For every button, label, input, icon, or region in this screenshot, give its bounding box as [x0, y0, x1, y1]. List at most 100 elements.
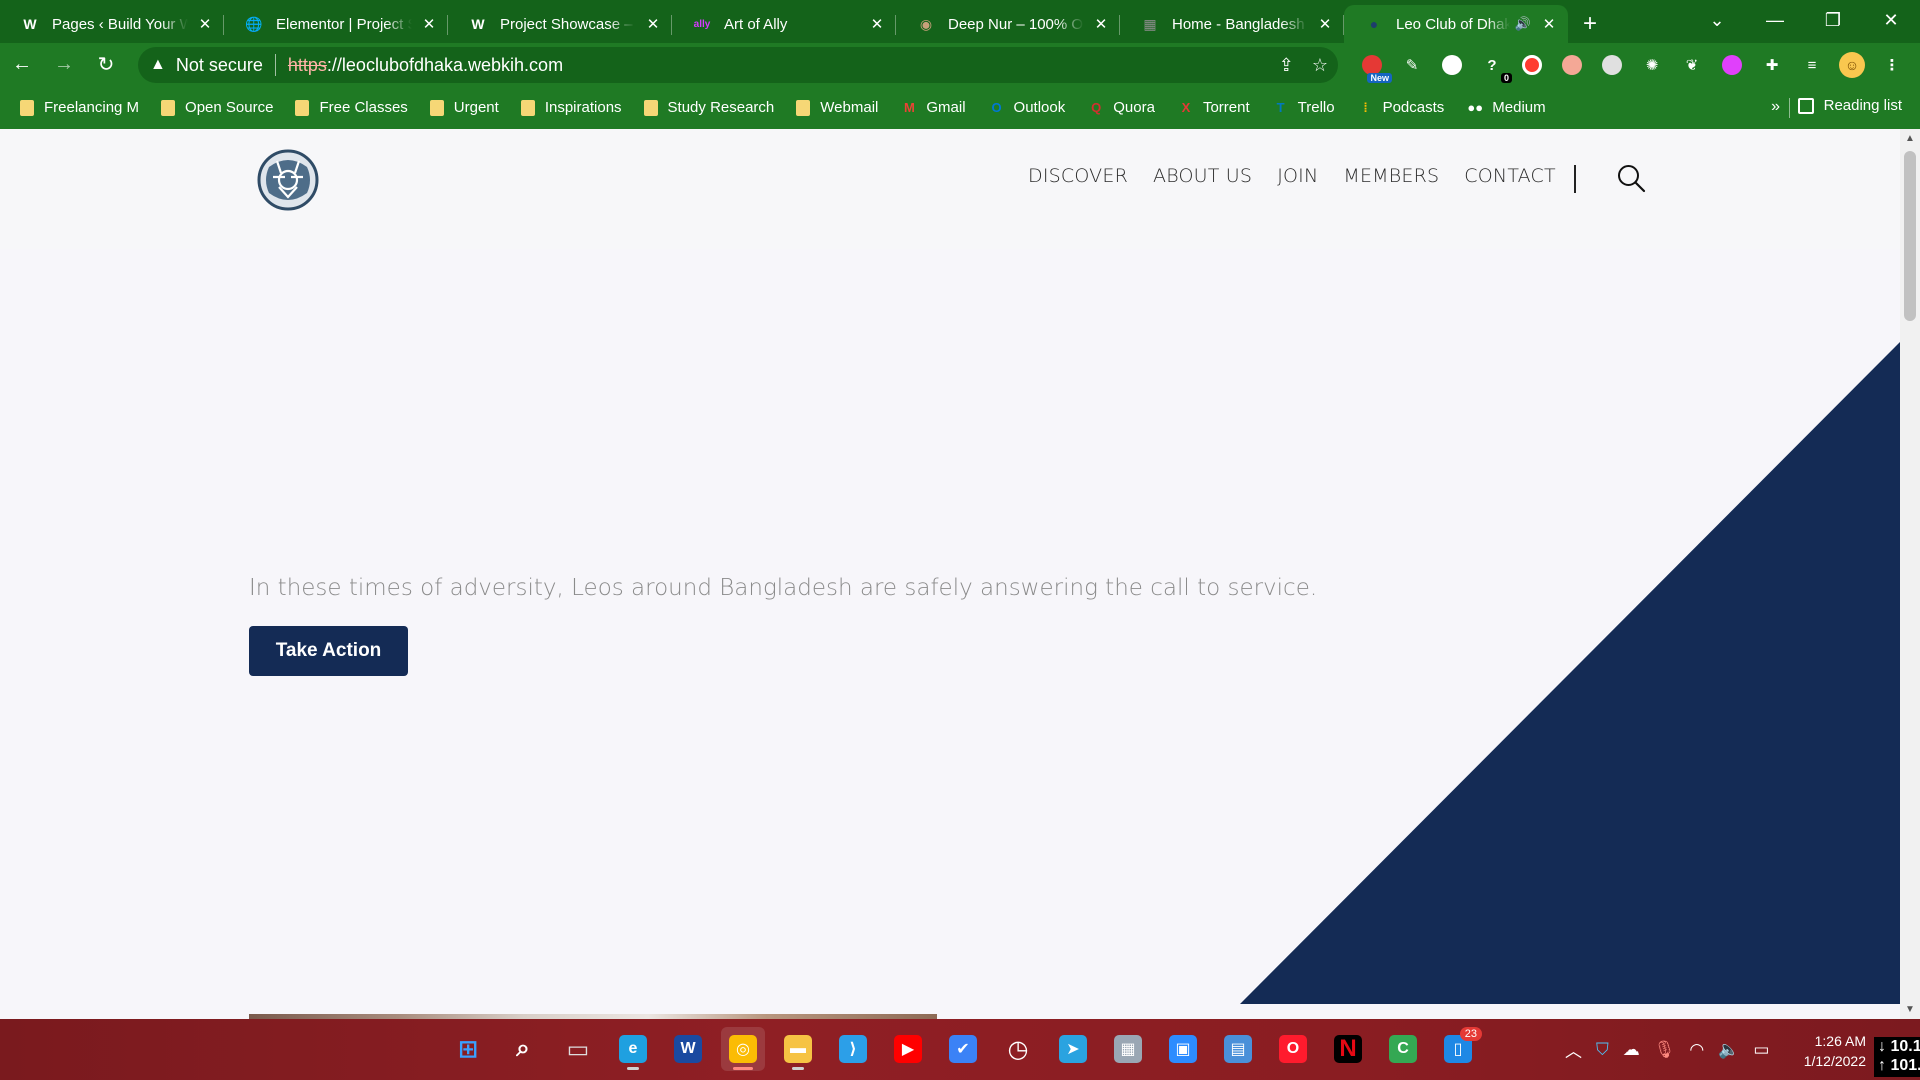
- color-picker-icon[interactable]: ✺: [1636, 49, 1668, 81]
- taskbar-opera-icon[interactable]: O: [1271, 1027, 1315, 1071]
- screen-recorder-icon[interactable]: [1516, 49, 1548, 81]
- tab-5[interactable]: ▦ Home - Bangladesh R ✕: [1120, 5, 1344, 43]
- taskbar-notepad-icon[interactable]: ▤: [1216, 1027, 1260, 1071]
- restore-button[interactable]: ❐: [1804, 10, 1862, 31]
- pen-tool-icon[interactable]: ✎: [1396, 49, 1428, 81]
- tab-search-chevron-icon[interactable]: ⌄: [1688, 10, 1746, 31]
- file-explorer-glyph: ▬: [784, 1035, 812, 1063]
- volume-icon[interactable]: 🔈: [1718, 1040, 1739, 1060]
- taskbar-netflix-icon[interactable]: N: [1326, 1027, 1370, 1071]
- taskbar-chrome-icon[interactable]: ◎: [721, 1027, 765, 1071]
- taskbar-edge-icon[interactable]: e: [611, 1027, 655, 1071]
- reload-button[interactable]: ↻: [86, 47, 126, 83]
- taskbar-vscode-icon[interactable]: ⟩: [831, 1027, 875, 1071]
- security-label[interactable]: Not secure: [176, 55, 263, 76]
- bookmark-item[interactable]: ●● Medium: [1466, 99, 1545, 117]
- bookmark-item[interactable]: M Gmail: [900, 99, 966, 117]
- reading-list-button[interactable]: Reading list: [1797, 97, 1902, 114]
- tab-3[interactable]: ally Art of Ally ✕: [672, 5, 896, 43]
- scroll-thumb[interactable]: [1904, 151, 1916, 321]
- extensions-puzzle-icon[interactable]: ✚: [1756, 49, 1788, 81]
- scroll-down-icon[interactable]: ▼: [1905, 1004, 1915, 1015]
- nav-contact[interactable]: CONTACT: [1464, 165, 1556, 187]
- bookmark-item[interactable]: Urgent: [429, 99, 499, 116]
- bookmark-item[interactable]: Freelancing M: [20, 99, 139, 116]
- bookmarks-overflow-button[interactable]: »: [1771, 98, 1780, 116]
- bookmark-item[interactable]: Webmail: [796, 99, 878, 116]
- search-icon[interactable]: [1616, 163, 1646, 193]
- share-icon[interactable]: ⇪: [1279, 55, 1294, 76]
- taskbar-file-explorer-icon[interactable]: ▬: [776, 1027, 820, 1071]
- bookmark-item[interactable]: Q Quora: [1087, 99, 1155, 117]
- taskbar-todo-icon[interactable]: ✔: [941, 1027, 985, 1071]
- minimize-button[interactable]: —: [1746, 10, 1804, 31]
- nav-join[interactable]: JOIN: [1277, 165, 1318, 187]
- tab-close-icon[interactable]: ✕: [1316, 15, 1334, 33]
- tab-4[interactable]: ◉ Deep Nur – 100% Org ✕: [896, 5, 1120, 43]
- bookmark-list: Freelancing M Open Source Free Classes Urge…: [20, 99, 1568, 117]
- scroll-up-icon[interactable]: ▲: [1905, 133, 1915, 144]
- palette-extension-icon[interactable]: [1716, 49, 1748, 81]
- taskbar-clock-app-icon[interactable]: ◷: [996, 1027, 1040, 1071]
- new-tab-button[interactable]: +: [1568, 5, 1612, 43]
- wifi-icon[interactable]: ◠: [1689, 1040, 1704, 1060]
- edge-glyph: e: [619, 1035, 647, 1063]
- grammar-extension-icon[interactable]: [1436, 49, 1468, 81]
- profile-avatar[interactable]: ☺: [1836, 49, 1868, 81]
- feather-icon[interactable]: ❦: [1676, 49, 1708, 81]
- bookmark-item[interactable]: Free Classes: [295, 99, 408, 116]
- puzzle-helper-icon[interactable]: ? 0: [1476, 49, 1512, 83]
- taskbar-zoom-icon[interactable]: ▣: [1161, 1027, 1205, 1071]
- taskbar-youtube-icon[interactable]: ▶: [886, 1027, 930, 1071]
- dark-mode-icon[interactable]: [1596, 49, 1628, 81]
- tab-close-icon[interactable]: ✕: [196, 15, 214, 33]
- nav-about-us[interactable]: ABOUT US: [1153, 165, 1252, 187]
- back-button[interactable]: ←: [2, 47, 42, 83]
- forward-button[interactable]: →: [44, 47, 84, 83]
- tab-1[interactable]: 🌐 Elementor | Project Sh ✕: [224, 5, 448, 43]
- tab-close-icon[interactable]: ✕: [1092, 15, 1110, 33]
- taskbar-telegram-icon[interactable]: ➤: [1051, 1027, 1095, 1071]
- taskbar-phone-link-icon[interactable]: ▯ 23: [1436, 1027, 1482, 1071]
- bookmark-star-icon[interactable]: ☆: [1312, 55, 1328, 76]
- bookmark-item[interactable]: Study Research: [643, 99, 774, 116]
- battery-icon[interactable]: ▭: [1753, 1040, 1769, 1060]
- tab-close-icon[interactable]: ✕: [644, 15, 662, 33]
- onedrive-cloud-icon[interactable]: ☁: [1623, 1040, 1640, 1060]
- page-scrollbar[interactable]: ▲ ▼: [1900, 129, 1920, 1019]
- bookmark-item[interactable]: T Trello: [1272, 99, 1335, 117]
- tab-close-icon[interactable]: ✕: [868, 15, 886, 33]
- tab-close-icon[interactable]: ✕: [420, 15, 438, 33]
- taskbar-search-icon[interactable]: ⌕: [501, 1027, 545, 1071]
- bookmark-item[interactable]: X Torrent: [1177, 99, 1250, 117]
- eyes-extension-icon[interactable]: [1556, 49, 1588, 81]
- bookmark-item[interactable]: Inspirations: [520, 99, 622, 116]
- tab-audio-icon[interactable]: 🔊: [1514, 16, 1532, 32]
- tab-6[interactable]: ● Leo Club of Dhak 🔊 ✕: [1344, 5, 1568, 43]
- leo-club-logo[interactable]: [255, 147, 321, 213]
- taskbar-app-w-icon[interactable]: W: [666, 1027, 710, 1071]
- close-window-button[interactable]: ✕: [1862, 10, 1920, 31]
- tab-2[interactable]: W Project Showcase – Bu ✕: [448, 5, 672, 43]
- microphone-icon[interactable]: 🎙: [1654, 1040, 1676, 1060]
- browser-menu-icon[interactable]: ⋮: [1876, 49, 1908, 81]
- take-action-button[interactable]: Take Action: [249, 626, 408, 676]
- bookmark-item[interactable]: ⁞ Podcasts: [1357, 99, 1444, 117]
- taskbar-calculator-icon[interactable]: ▦: [1106, 1027, 1150, 1071]
- folder-icon: [643, 99, 658, 116]
- tab-0[interactable]: W Pages ‹ Build Your We ✕: [0, 5, 224, 43]
- defender-shield-icon[interactable]: ⛉: [1596, 1040, 1609, 1060]
- tab-close-icon[interactable]: ✕: [1540, 15, 1558, 33]
- tray-chevron-up-icon[interactable]: ︿: [1565, 1037, 1582, 1062]
- nav-members[interactable]: MEMBERS: [1343, 165, 1439, 187]
- nav-discover[interactable]: DISCOVER: [1028, 165, 1128, 187]
- taskbar-task-view-icon[interactable]: ▭: [556, 1027, 600, 1071]
- taskbar-clock[interactable]: 1:26 AM 1/12/2022: [1790, 1031, 1866, 1071]
- bookmark-item[interactable]: Open Source: [161, 99, 273, 116]
- taskbar-start-icon[interactable]: ⊞: [446, 1027, 490, 1071]
- extension-new-icon[interactable]: New: [1356, 49, 1392, 83]
- bookmark-item[interactable]: O Outlook: [988, 99, 1065, 117]
- media-control-icon[interactable]: ≡: [1796, 49, 1828, 81]
- taskbar-camtasia-icon[interactable]: C: [1381, 1027, 1425, 1071]
- address-bar[interactable]: ▲ Not secure https ://leoclubofdhaka.web…: [138, 47, 1338, 83]
